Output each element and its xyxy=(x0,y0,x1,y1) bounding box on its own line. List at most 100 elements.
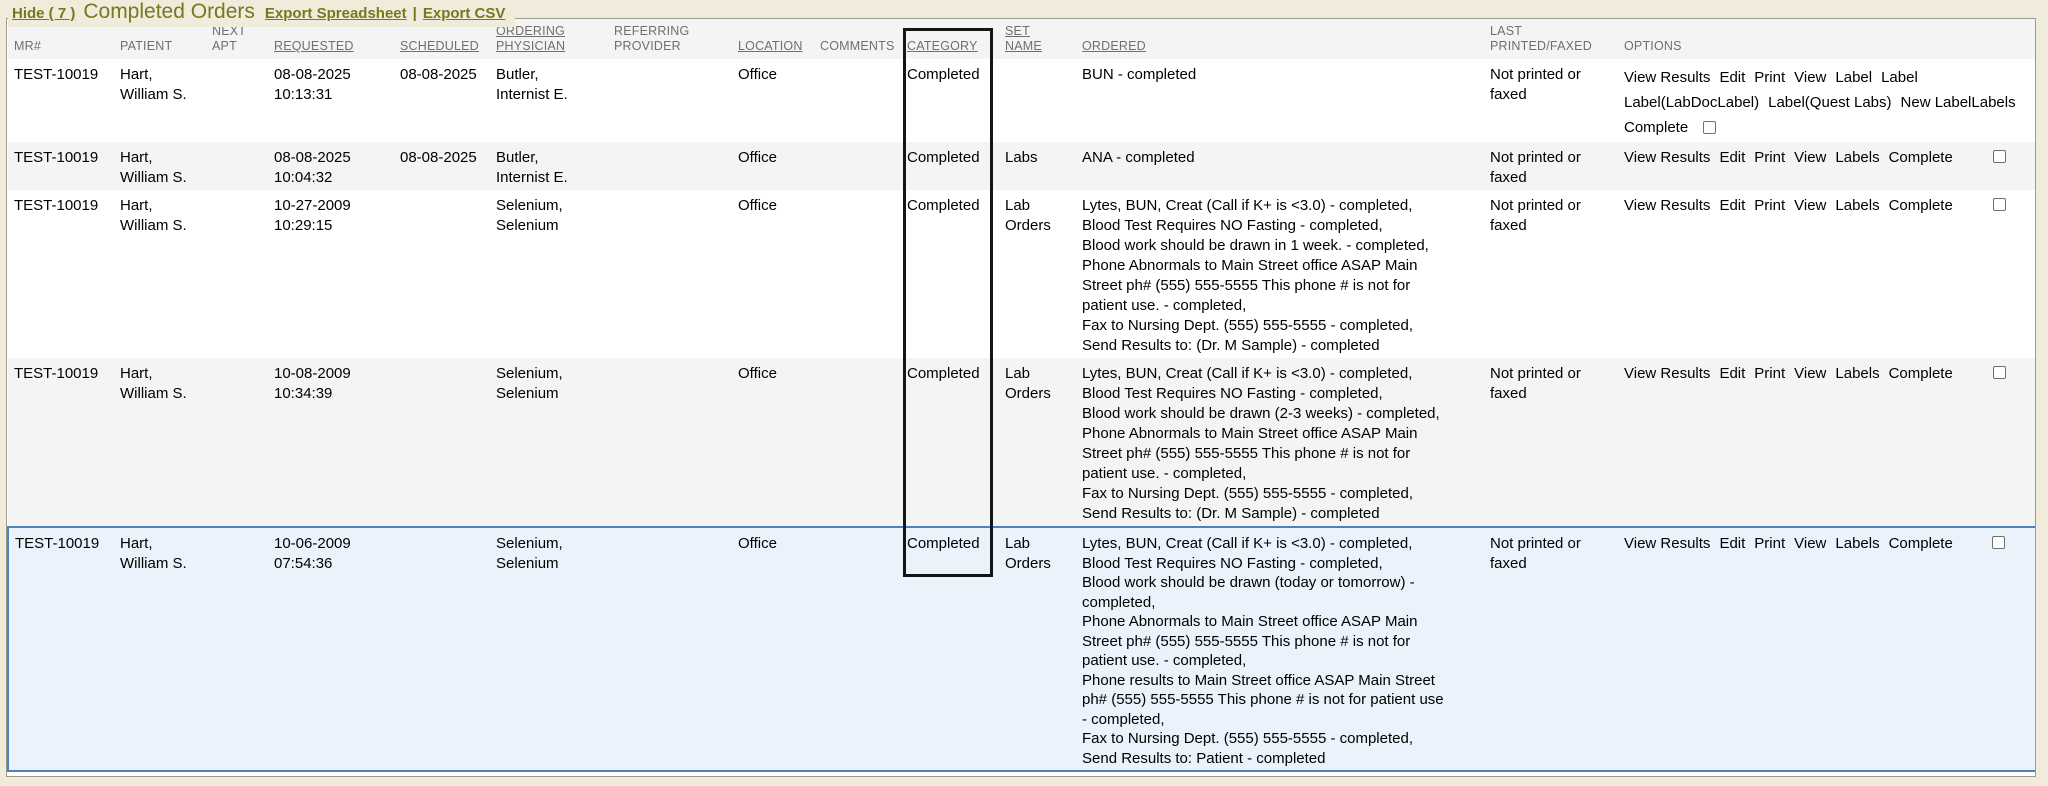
option-link-edit[interactable]: Edit xyxy=(1719,197,1745,214)
cell-options: View Results Edit Print View Labels Complete xyxy=(1618,190,2036,358)
cell-requested: 10-08-2009 10:34:39 xyxy=(268,358,394,527)
option-link-view-results[interactable]: View Results xyxy=(1624,197,1710,214)
option-link-edit[interactable]: Edit xyxy=(1719,149,1745,166)
cell-ordered: Lytes, BUN, Creat (Call if K+ is <3.0) -… xyxy=(1076,527,1484,771)
option-link-view-results[interactable]: View Results xyxy=(1624,149,1710,166)
export-csv-link[interactable]: Export CSV xyxy=(423,5,506,22)
option-link-view[interactable]: View xyxy=(1794,69,1826,86)
option-link-view-results[interactable]: View Results xyxy=(1624,69,1710,86)
cell-options: View Results Edit Print View Labels Complete xyxy=(1618,527,2036,771)
option-link-complete[interactable]: Complete xyxy=(1624,119,1688,136)
cell-ordered: Lytes, BUN, Creat (Call if K+ is <3.0) -… xyxy=(1076,190,1484,358)
option-link-edit[interactable]: Edit xyxy=(1719,535,1745,552)
cell-next_apt xyxy=(206,59,268,142)
hide-link[interactable]: Hide ( 7 ) xyxy=(12,5,75,22)
option-link-view[interactable]: View xyxy=(1794,535,1826,552)
option-link-label[interactable]: Label xyxy=(1835,69,1872,86)
completed-orders-panel: MR#PATIENTNEXT APTREQUESTEDSCHEDULEDORDE… xyxy=(6,18,2036,777)
option-link-new-labellabels[interactable]: New LabelLabels xyxy=(1901,94,2016,111)
cell-next_apt xyxy=(206,190,268,358)
option-link-print[interactable]: Print xyxy=(1754,197,1785,214)
option-link-view[interactable]: View xyxy=(1794,149,1826,166)
option-link-edit[interactable]: Edit xyxy=(1719,365,1745,382)
cell-scheduled: 08-08-2025 xyxy=(394,59,490,142)
cell-options: View Results Edit Print View Label Label Label… xyxy=(1618,59,2036,142)
cell-last_printed_faxed: Not printed or faxed xyxy=(1484,142,1618,190)
option-link-label-labdoclabel[interactable]: Label(LabDocLabel) xyxy=(1624,94,1759,111)
cell-next_apt xyxy=(206,142,268,190)
option-link-print[interactable]: Print xyxy=(1754,365,1785,382)
completed-orders-page: MR#PATIENTNEXT APTREQUESTEDSCHEDULEDORDE… xyxy=(0,0,2048,786)
option-link-labels[interactable]: Labels xyxy=(1835,149,1879,166)
cell-patient: Hart, William S. xyxy=(114,142,206,190)
cell-set_name: Lab Orders xyxy=(999,358,1076,527)
option-link-labels[interactable]: Labels xyxy=(1835,197,1879,214)
option-link-view[interactable]: View xyxy=(1794,197,1826,214)
cell-location: Office xyxy=(732,142,814,190)
option-link-view[interactable]: View xyxy=(1794,365,1826,382)
cell-physician: Butler, Internist E. xyxy=(490,59,608,142)
option-link-view-results[interactable]: View Results xyxy=(1624,535,1710,552)
order-row: TEST-10019Hart, William S.10-06-2009 07:… xyxy=(8,527,2036,771)
cell-scheduled xyxy=(394,527,490,771)
cell-options: View Results Edit Print View Labels Complete xyxy=(1618,142,2036,190)
cell-location: Office xyxy=(732,190,814,358)
cell-mr: TEST-10019 xyxy=(8,358,114,527)
options-line: Label(LabDocLabel) Label(Quest Labs) New L… xyxy=(1624,90,2032,115)
cell-physician: Selenium, Selenium xyxy=(490,190,608,358)
options-cell-content: View Results Edit Print View Labels Complete xyxy=(1624,196,2032,216)
complete-checkbox[interactable] xyxy=(1993,366,2006,379)
cell-requested: 08-08-2025 10:13:31 xyxy=(268,59,394,142)
col-header-location[interactable]: LOCATION xyxy=(732,19,814,59)
cell-last_printed_faxed: Not printed or faxed xyxy=(1484,59,1618,142)
order-row: TEST-10019Hart, William S.08-08-2025 10:… xyxy=(8,59,2036,142)
complete-checkbox[interactable] xyxy=(1993,150,2006,163)
col-header-options: OPTIONS xyxy=(1618,19,2036,59)
col-header-last_printed_faxed: LAST PRINTED/FAXED xyxy=(1484,19,1618,59)
col-header-category[interactable]: CATEGORY xyxy=(901,19,999,59)
col-header-set_name[interactable]: SET NAME xyxy=(999,19,1076,59)
option-link-complete[interactable]: Complete xyxy=(1889,197,1953,214)
option-link-edit[interactable]: Edit xyxy=(1719,69,1745,86)
cell-category: Completed xyxy=(901,59,999,142)
cell-physician: Selenium, Selenium xyxy=(490,527,608,771)
export-spreadsheet-link[interactable]: Export Spreadsheet xyxy=(265,5,407,22)
cell-scheduled: 08-08-2025 xyxy=(394,142,490,190)
cell-patient: Hart, William S. xyxy=(114,358,206,527)
cell-set_name xyxy=(999,59,1076,142)
complete-checkbox[interactable] xyxy=(1993,198,2006,211)
cell-last_printed_faxed: Not printed or faxed xyxy=(1484,190,1618,358)
options-cell-content: View Results Edit Print View Labels Complete xyxy=(1624,534,2031,554)
separator: | xyxy=(413,5,417,22)
order-row: TEST-10019Hart, William S. 10-08-2009 10:… xyxy=(8,358,2036,527)
option-link-label[interactable]: Label xyxy=(1881,69,1918,86)
cell-location: Office xyxy=(732,358,814,527)
cell-mr: TEST-10019 xyxy=(8,190,114,358)
options-line: View Results Edit Print View Labels Complete xyxy=(1624,148,1962,168)
option-link-print[interactable]: Print xyxy=(1754,69,1785,86)
cell-set_name: Lab Orders xyxy=(999,190,1076,358)
cell-provider xyxy=(608,142,732,190)
option-link-label-quest-labs[interactable]: Label(Quest Labs) xyxy=(1768,94,1891,111)
cell-last_printed_faxed: Not printed or faxed xyxy=(1484,527,1618,771)
cell-mr: TEST-10019 xyxy=(8,527,114,771)
cell-set_name: Lab Orders xyxy=(999,527,1076,771)
option-link-complete[interactable]: Complete xyxy=(1889,149,1953,166)
col-header-ordered[interactable]: ORDERED xyxy=(1076,19,1484,59)
cell-options: View Results Edit Print View Labels Complete xyxy=(1618,358,2036,527)
complete-checkbox[interactable] xyxy=(1703,121,1716,134)
cell-category: Completed xyxy=(901,358,999,527)
option-link-print[interactable]: Print xyxy=(1754,535,1785,552)
complete-checkbox[interactable] xyxy=(1992,536,2005,549)
completed-orders-table: MR#PATIENTNEXT APTREQUESTEDSCHEDULEDORDE… xyxy=(7,19,2036,772)
option-link-complete[interactable]: Complete xyxy=(1889,535,1953,552)
cell-comments xyxy=(814,142,901,190)
options-line: View Results Edit Print View Labels Complete xyxy=(1624,364,1962,384)
cell-comments xyxy=(814,190,901,358)
cell-category: Completed xyxy=(901,142,999,190)
option-link-print[interactable]: Print xyxy=(1754,149,1785,166)
option-link-view-results[interactable]: View Results xyxy=(1624,365,1710,382)
option-link-labels[interactable]: Labels xyxy=(1835,365,1879,382)
option-link-complete[interactable]: Complete xyxy=(1889,365,1953,382)
option-link-labels[interactable]: Labels xyxy=(1835,535,1879,552)
